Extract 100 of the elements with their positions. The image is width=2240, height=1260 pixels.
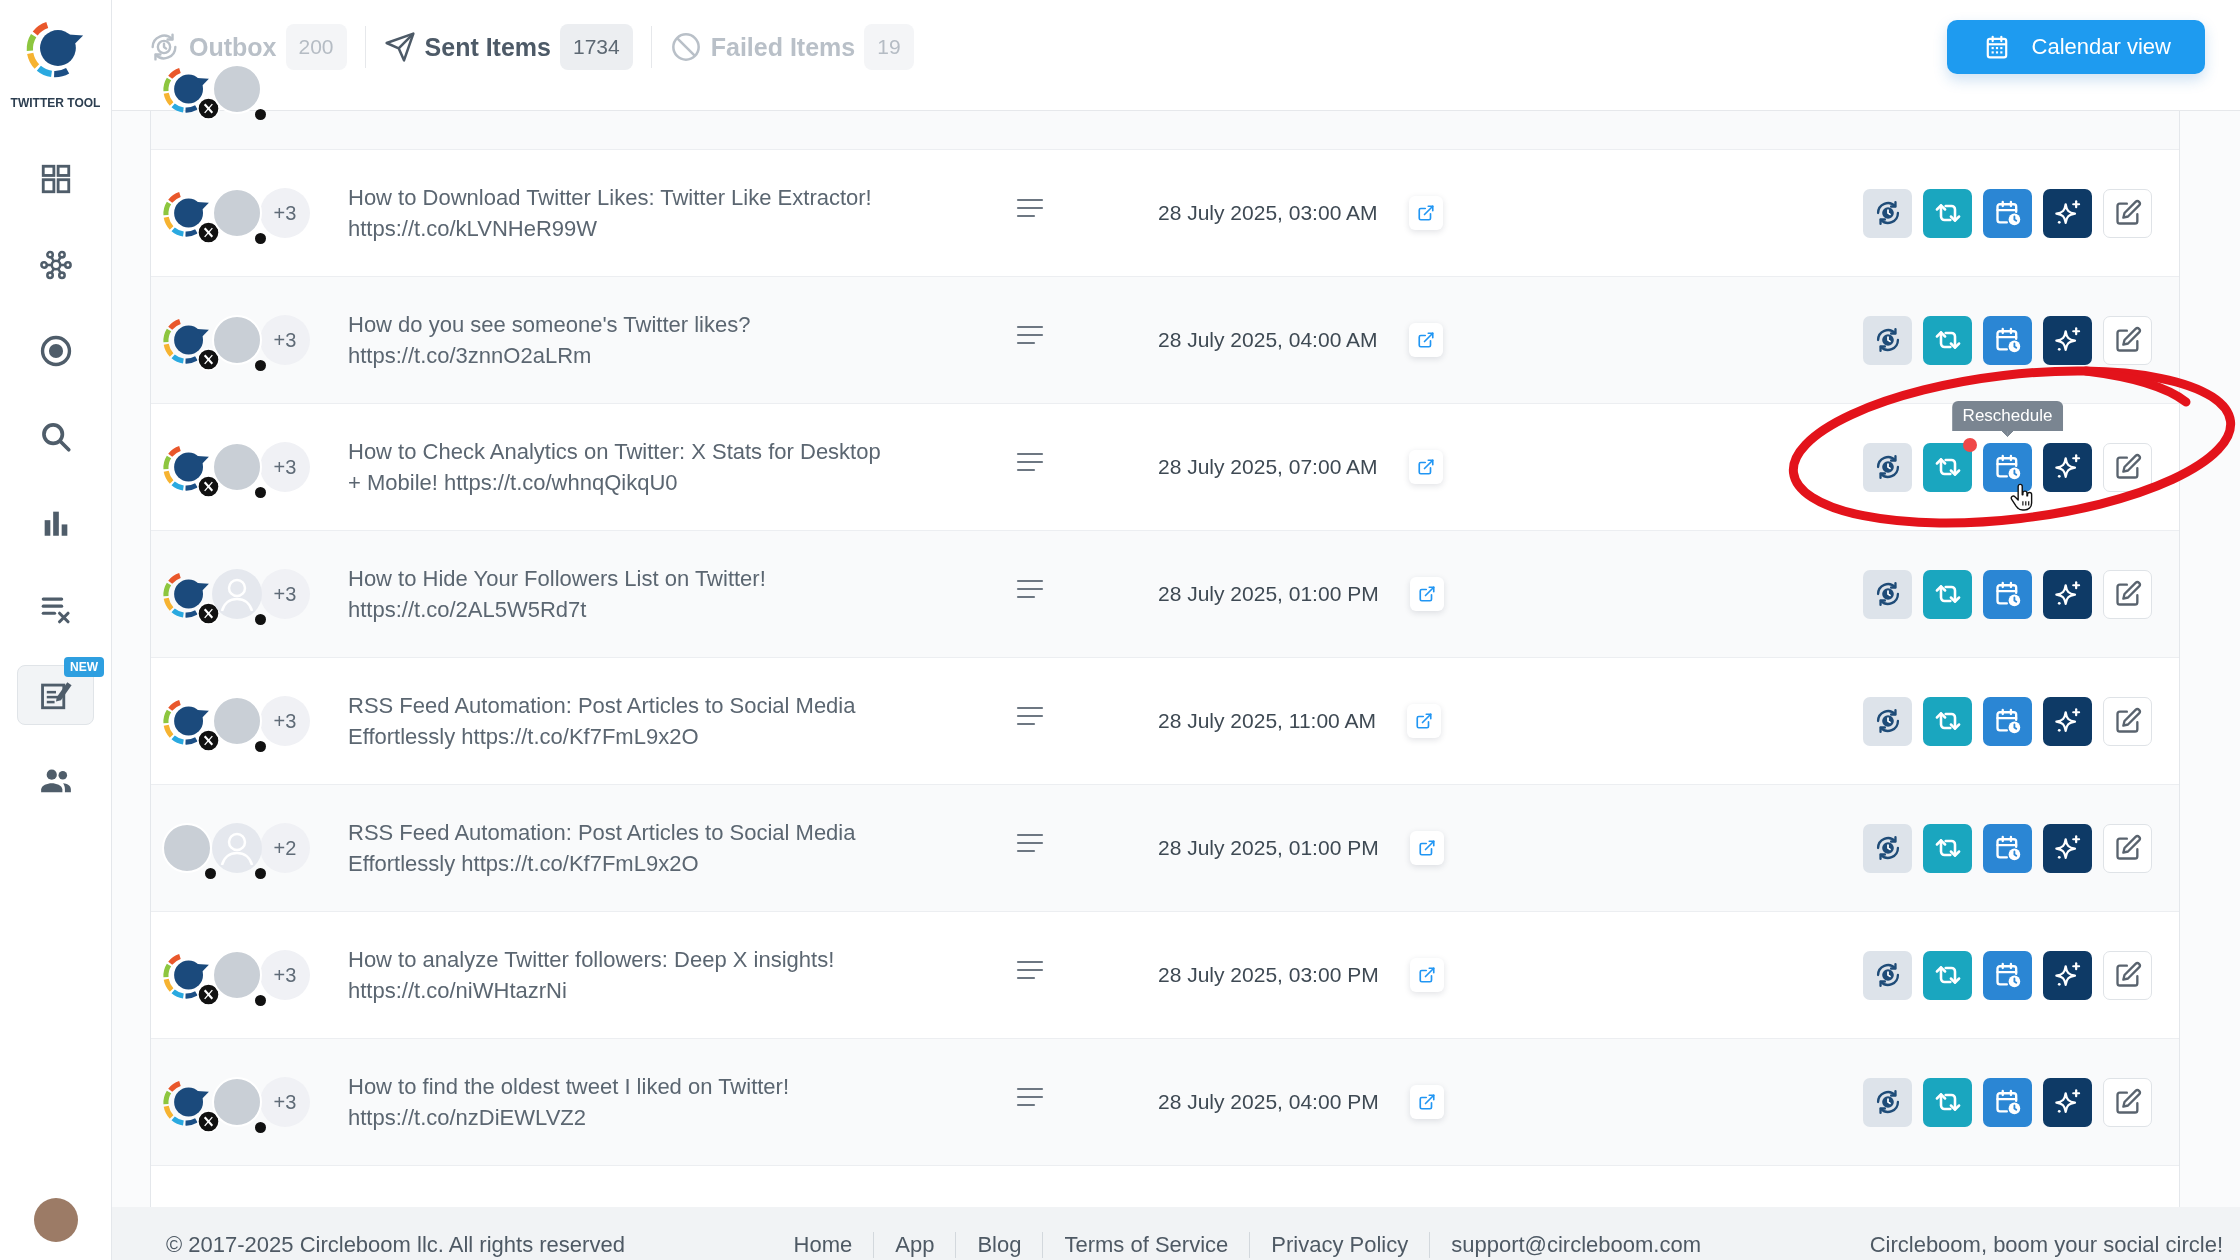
sparkle-button[interactable] bbox=[2043, 950, 2092, 1000]
open-link-button[interactable] bbox=[1409, 831, 1444, 865]
external-link-icon bbox=[1417, 1093, 1436, 1111]
post-text: How do you see someone's Twitter likes? https://t.co/3znnO2aLRm bbox=[348, 311, 752, 370]
text-lines-icon[interactable] bbox=[1016, 959, 1044, 981]
retweet-button[interactable] bbox=[1923, 823, 1972, 873]
text-lines-icon[interactable] bbox=[1016, 324, 1044, 346]
reschedule-button[interactable] bbox=[1983, 696, 2032, 746]
footer-link[interactable]: App bbox=[873, 1232, 956, 1258]
sparkle-icon bbox=[2053, 834, 2082, 862]
open-link-button[interactable] bbox=[1406, 704, 1441, 738]
sparkle-button[interactable] bbox=[2043, 696, 2092, 746]
sparkle-icon bbox=[2053, 961, 2082, 989]
requeue-button[interactable] bbox=[1863, 188, 1912, 238]
reschedule-button[interactable] bbox=[1983, 315, 2032, 365]
text-lines-icon[interactable] bbox=[1016, 1086, 1044, 1108]
post-date: 28 July 2025, 01:00 PM bbox=[1158, 582, 1379, 606]
edit-button[interactable] bbox=[2103, 442, 2152, 492]
open-link-button[interactable] bbox=[1409, 577, 1444, 611]
sparkle-icon bbox=[2053, 453, 2082, 481]
external-link-icon bbox=[1417, 839, 1436, 857]
reschedule-button[interactable] bbox=[1983, 442, 2032, 492]
tooltip: Reschedule bbox=[1951, 400, 2064, 437]
sparkle-icon bbox=[2053, 580, 2082, 608]
retweet-button[interactable] bbox=[1923, 950, 1972, 1000]
edit-icon bbox=[2113, 580, 2142, 608]
requeue-button[interactable] bbox=[1863, 950, 1912, 1000]
ban-icon bbox=[669, 31, 702, 63]
radio-target-icon bbox=[38, 334, 73, 368]
edit-button[interactable] bbox=[2103, 1077, 2152, 1127]
tab[interactable]: Sent Items 1734 bbox=[383, 24, 633, 70]
external-link-icon bbox=[1416, 204, 1435, 222]
footer-link[interactable]: Privacy Policy bbox=[1249, 1232, 1430, 1258]
text-lines-icon[interactable] bbox=[1016, 705, 1044, 727]
post-date: 28 July 2025, 01:00 PM bbox=[1158, 836, 1379, 860]
footer-link[interactable]: Terms of Service bbox=[1042, 1232, 1250, 1258]
edit-icon bbox=[2113, 453, 2142, 481]
open-link-button[interactable] bbox=[1408, 323, 1443, 357]
retweet-button[interactable] bbox=[1923, 315, 1972, 365]
requeue-button[interactable] bbox=[1863, 442, 1912, 492]
edit-button[interactable] bbox=[2103, 696, 2152, 746]
edit-button[interactable] bbox=[2103, 569, 2152, 619]
retweet-button[interactable] bbox=[1923, 1077, 1972, 1127]
sparkle-button[interactable] bbox=[2043, 569, 2092, 619]
sparkle-icon bbox=[2053, 1088, 2082, 1116]
user-avatar[interactable] bbox=[33, 1198, 78, 1242]
requeue-button[interactable] bbox=[1863, 569, 1912, 619]
edit-button[interactable] bbox=[2103, 950, 2152, 1000]
open-link-button[interactable] bbox=[1409, 1085, 1444, 1119]
post-text: How to Download Twitter Likes: Twitter Like Extractor! https://t.co/kLVNHeR99W bbox=[348, 184, 873, 243]
calendar-clock-icon bbox=[1993, 453, 2022, 481]
more-avatars-count: +3 bbox=[260, 696, 310, 746]
text-lines-icon[interactable] bbox=[1016, 197, 1044, 219]
tab-count: 200 bbox=[285, 24, 347, 70]
footer-link[interactable]: Home bbox=[772, 1232, 874, 1258]
retweet-button[interactable] bbox=[1923, 188, 1972, 238]
retweet-button[interactable] bbox=[1923, 696, 1972, 746]
text-lines-icon[interactable] bbox=[1016, 578, 1044, 600]
sparkle-button[interactable] bbox=[2043, 442, 2092, 492]
reschedule-button[interactable] bbox=[1983, 823, 2032, 873]
sparkle-button[interactable] bbox=[2043, 188, 2092, 238]
requeue-button[interactable] bbox=[1863, 1077, 1912, 1127]
reschedule-button[interactable] bbox=[1983, 569, 2032, 619]
network-icon bbox=[38, 248, 73, 282]
edit-icon bbox=[2113, 199, 2142, 227]
post-date: 28 July 2025, 07:00 AM bbox=[1158, 455, 1378, 479]
edit-button[interactable] bbox=[2103, 823, 2152, 873]
tagline-text: Circleboom, boom your social circle! bbox=[1869, 1232, 2223, 1258]
more-avatars-count: +2 bbox=[260, 823, 310, 873]
reschedule-button[interactable] bbox=[1983, 950, 2032, 1000]
retweet-button[interactable] bbox=[1923, 442, 1972, 492]
footer-link[interactable]: support@circleboom.com bbox=[1429, 1232, 1722, 1258]
post-date: 28 July 2025, 04:00 PM bbox=[1158, 1090, 1379, 1114]
reschedule-button[interactable] bbox=[1983, 1077, 2032, 1127]
calendar-clock-icon bbox=[1993, 707, 2022, 735]
reschedule-button[interactable] bbox=[1983, 188, 2032, 238]
post-text: How to Hide Your Followers List on Twitter! https://t.co/2AL5W5Rd7t bbox=[348, 565, 767, 624]
edit-icon bbox=[2113, 1088, 2142, 1116]
retweet-button[interactable] bbox=[1923, 569, 1972, 619]
text-lines-icon[interactable] bbox=[1016, 832, 1044, 854]
post-text: How to Check Analytics on Twitter: X Stats for Desktop + Mobile! https://t.co/whnqQikqU0 bbox=[348, 438, 882, 497]
open-link-button[interactable] bbox=[1409, 958, 1444, 992]
sparkle-button[interactable] bbox=[2043, 823, 2092, 873]
open-link-button[interactable] bbox=[1408, 196, 1443, 230]
paper-plane-icon bbox=[383, 31, 416, 63]
copyright-text: © 2017-2025 Circleboom llc. All rights reserved bbox=[166, 1232, 625, 1258]
calendar-clock-icon bbox=[1993, 326, 2022, 354]
requeue-button[interactable] bbox=[1863, 696, 1912, 746]
requeue-button[interactable] bbox=[1863, 315, 1912, 365]
edit-icon bbox=[2113, 707, 2142, 735]
requeue-button[interactable] bbox=[1863, 823, 1912, 873]
more-avatars-count: +3 bbox=[260, 950, 310, 1000]
sparkle-button[interactable] bbox=[2043, 315, 2092, 365]
open-link-button[interactable] bbox=[1408, 450, 1443, 484]
sparkle-button[interactable] bbox=[2043, 1077, 2092, 1127]
sparkle-icon bbox=[2053, 707, 2082, 735]
text-lines-icon[interactable] bbox=[1016, 451, 1044, 473]
edit-button[interactable] bbox=[2103, 188, 2152, 238]
footer-link[interactable]: Blog bbox=[955, 1232, 1043, 1258]
edit-button[interactable] bbox=[2103, 315, 2152, 365]
